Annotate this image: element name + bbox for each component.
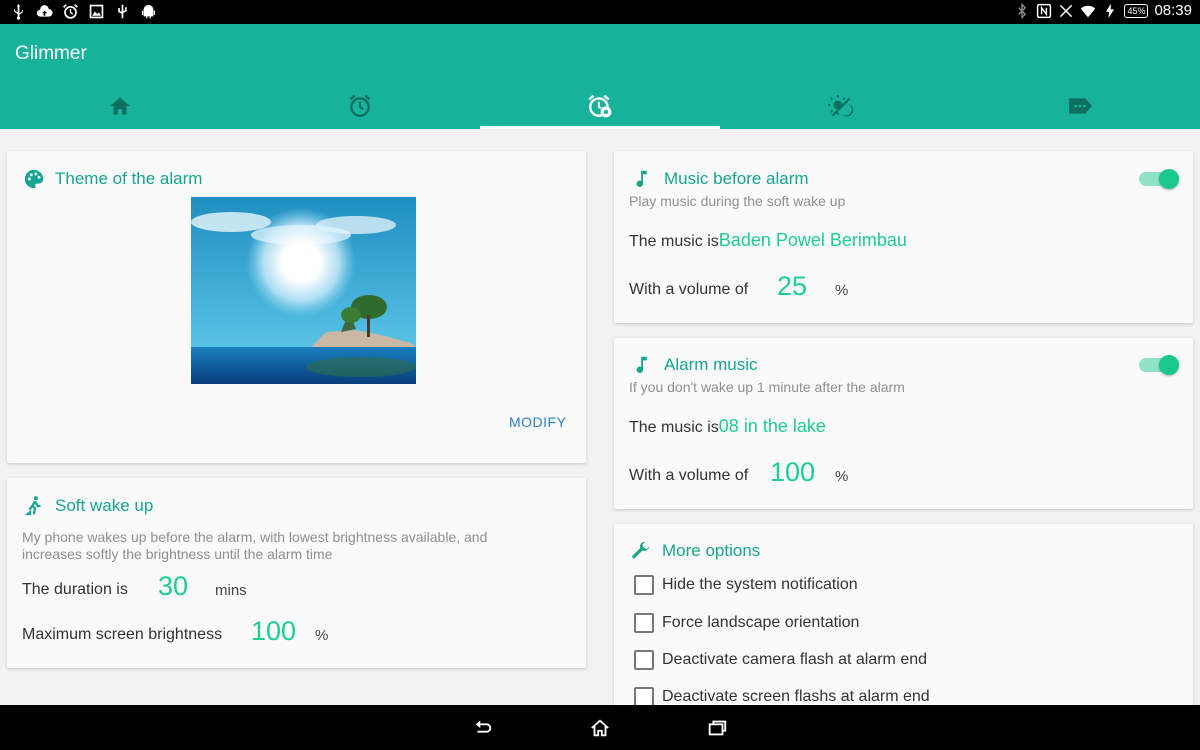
- wrench-icon: [632, 541, 650, 559]
- alarm-icon: [63, 4, 78, 19]
- app-title: Glimmer: [15, 43, 87, 64]
- tab-weather[interactable]: [720, 84, 960, 129]
- tab-label[interactable]: [960, 84, 1200, 129]
- alarm-music-card: Alarm music If you don't wake up 1 minut…: [614, 338, 1193, 509]
- more-options-title-text: More options: [662, 541, 761, 560]
- option-deactivate-screen-flash[interactable]: Deactivate screen flashs at alarm end: [634, 687, 930, 707]
- soft-wakeup-description: My phone wakes up before the alarm, with…: [22, 529, 488, 562]
- tab-alarms[interactable]: [240, 84, 480, 129]
- theme-title: Theme of the alarm: [23, 168, 202, 190]
- app-bar: Glimmer: [0, 24, 1200, 129]
- more-options-card: More options Hide the system notificatio…: [614, 524, 1193, 724]
- label-icon: [1069, 98, 1092, 114]
- soft-wakeup-card: Soft wake up My phone wakes up before th…: [7, 478, 586, 668]
- usb-debug-icon: [118, 4, 127, 19]
- theme-image[interactable]: [191, 197, 416, 384]
- tab-alarm-settings[interactable]: [480, 84, 720, 129]
- alarm-clock-icon: [349, 94, 371, 117]
- option-label: Deactivate camera flash at alarm end: [662, 651, 928, 668]
- toggle-knob: [1159, 169, 1179, 189]
- theme-card: Theme of the alarm MODIFY: [7, 151, 586, 463]
- status-bar: 45% 08:39: [0, 0, 1200, 24]
- modify-button[interactable]: MODIFY: [509, 414, 566, 430]
- alarm-settings-icon: [588, 94, 612, 118]
- palette-icon: [24, 169, 44, 189]
- home-nav-icon[interactable]: [589, 717, 611, 739]
- alarm-music-subtitle: If you don't wake up 1 minute after the …: [629, 379, 905, 395]
- bluetooth-icon: [1018, 2, 1027, 19]
- tab-home[interactable]: [0, 84, 240, 129]
- music-before-alarm-card: Music before alarm Play music during the…: [614, 151, 1193, 323]
- alarm-music-title: Alarm music: [632, 354, 758, 376]
- volume-unit: %: [835, 282, 849, 299]
- alarm-music-toggle[interactable]: [1139, 355, 1179, 375]
- volume-unit: %: [835, 468, 849, 485]
- tab-bar: [0, 84, 1200, 129]
- music-label: The music is: [629, 419, 719, 436]
- wifi-icon: [1081, 5, 1096, 17]
- duration-value[interactable]: 30: [158, 571, 188, 602]
- option-label: Hide the system notification: [662, 576, 858, 593]
- option-force-landscape[interactable]: Force landscape orientation: [634, 613, 859, 633]
- music-before-title: Music before alarm: [632, 168, 809, 190]
- music-before-row: The music isBaden Powel Berimbau: [629, 230, 907, 251]
- music-note-icon: [636, 170, 647, 187]
- music-before-track[interactable]: Baden Powel Berimbau: [719, 230, 907, 250]
- option-deactivate-camera-flash[interactable]: Deactivate camera flash at alarm end: [634, 650, 927, 670]
- soft-wakeup-title-text: Soft wake up: [55, 496, 154, 515]
- brightness-value[interactable]: 100: [251, 616, 296, 647]
- toggle-knob: [1159, 355, 1179, 375]
- usb-icon: [14, 3, 23, 20]
- soft-wakeup-title: Soft wake up: [23, 495, 153, 517]
- option-label: Deactivate screen flashs at alarm end: [662, 688, 930, 705]
- notification-icons: [10, 3, 157, 20]
- navigation-bar: [0, 705, 1200, 750]
- option-hide-notification[interactable]: Hide the system notification: [634, 575, 858, 595]
- cloud-upload-icon: [36, 5, 53, 17]
- checkbox[interactable]: [634, 650, 654, 670]
- duration-unit: mins: [215, 582, 247, 599]
- home-icon: [110, 97, 130, 115]
- music-before-title-text: Music before alarm: [664, 169, 809, 188]
- alarm-music-volume[interactable]: 100: [770, 457, 815, 488]
- checkbox[interactable]: [634, 575, 654, 595]
- no-signal-icon: [1060, 4, 1073, 17]
- charging-icon: [1106, 3, 1115, 18]
- volume-label: With a volume of: [629, 281, 749, 298]
- alarm-music-title-text: Alarm music: [664, 355, 758, 374]
- system-icons: 45% 08:39: [1014, 2, 1192, 19]
- person-walking-icon: [24, 496, 41, 516]
- clock-time: 08:39: [1154, 2, 1192, 19]
- music-label: The music is: [629, 233, 719, 250]
- image-icon: [89, 4, 104, 19]
- checkbox[interactable]: [634, 613, 654, 633]
- theme-title-text: Theme of the alarm: [55, 169, 203, 188]
- duration-label: The duration is: [22, 581, 128, 598]
- nfc-icon: [1037, 3, 1052, 18]
- alarm-music-row: The music is08 in the lake: [629, 416, 826, 437]
- brightness-unit: %: [315, 627, 329, 644]
- alarm-music-track[interactable]: 08 in the lake: [719, 416, 826, 436]
- sun-lake-picture: [191, 197, 416, 384]
- music-note-icon: [636, 356, 647, 373]
- more-options-title: More options: [630, 540, 760, 562]
- music-before-subtitle: Play music during the soft wake up: [629, 193, 846, 209]
- weather-icon: [828, 95, 853, 117]
- battery-level: 45%: [1124, 3, 1149, 18]
- music-before-volume[interactable]: 25: [777, 271, 807, 302]
- volume-label: With a volume of: [629, 467, 749, 484]
- android-icon: [141, 4, 156, 19]
- checkbox[interactable]: [634, 687, 654, 707]
- option-label: Force landscape orientation: [662, 614, 860, 631]
- recent-apps-icon[interactable]: [706, 717, 728, 739]
- brightness-label: Maximum screen brightness: [22, 626, 223, 643]
- music-before-toggle[interactable]: [1139, 169, 1179, 189]
- back-icon[interactable]: [472, 717, 494, 739]
